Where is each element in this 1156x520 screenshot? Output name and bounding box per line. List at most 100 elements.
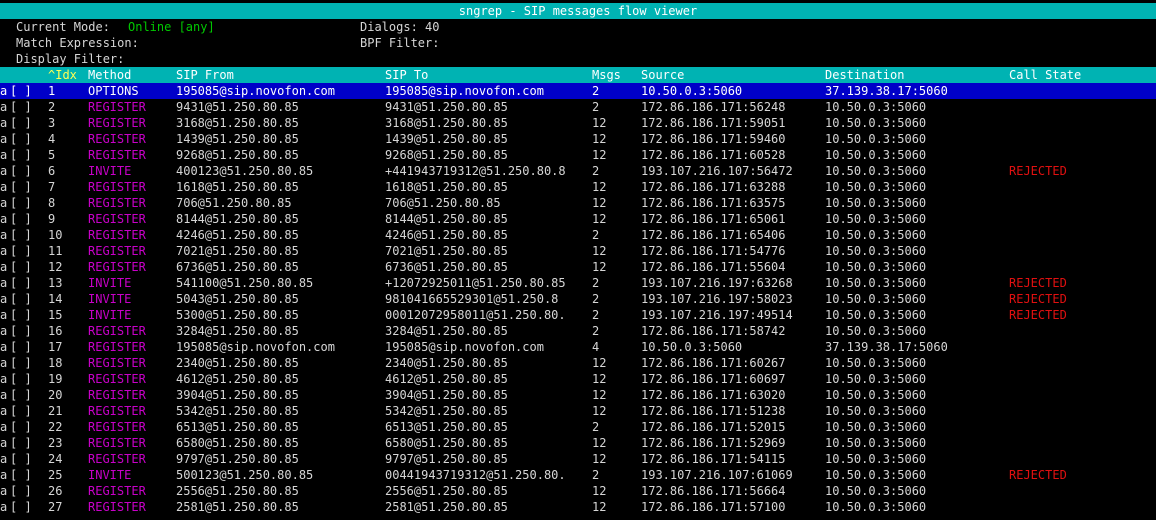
row-checkbox[interactable]: [ ] bbox=[10, 355, 32, 371]
row-checkbox[interactable]: [ ] bbox=[10, 435, 32, 451]
table-row[interactable]: a[ ] 20 REGISTER 3904@51.250.80.85 3904@51.2… bbox=[0, 387, 1156, 403]
bpf-filter-label[interactable]: BPF Filter: bbox=[360, 35, 439, 51]
row-checkbox[interactable]: [ ] bbox=[10, 131, 32, 147]
row-checkbox[interactable]: [ ] bbox=[10, 195, 32, 211]
table-row[interactable]: a[ ] 3 REGISTER 3168@51.250.80.85 3168@51.25… bbox=[0, 115, 1156, 131]
row-checkbox[interactable]: [ ] bbox=[10, 211, 32, 227]
row-destination: 10.50.0.3:5060 bbox=[825, 164, 927, 178]
row-checkbox[interactable]: [ ] bbox=[10, 323, 32, 339]
row-destination: 10.50.0.3:5060 bbox=[825, 436, 927, 450]
column-call-state[interactable]: Call State bbox=[1009, 67, 1081, 83]
row-marker: a bbox=[0, 180, 8, 194]
column-idx[interactable]: ^Idx bbox=[48, 67, 77, 83]
column-destination[interactable]: Destination bbox=[825, 67, 904, 83]
row-checkbox[interactable]: [ ] bbox=[10, 339, 32, 355]
row-idx: 12 bbox=[48, 260, 63, 274]
table-row[interactable]: a[ ] 8 REGISTER 706@51.250.80.85 706@51.250.… bbox=[0, 195, 1156, 211]
row-checkbox[interactable]: [ ] bbox=[10, 291, 32, 307]
current-mode-label: Current Mode: bbox=[16, 20, 110, 34]
row-checkbox[interactable]: [ ] bbox=[10, 147, 32, 163]
row-checkbox[interactable]: [ ] bbox=[10, 387, 32, 403]
row-sip-to: 3168@51.250.80.85 bbox=[385, 116, 508, 130]
row-destination: 10.50.0.3:5060 bbox=[825, 388, 927, 402]
row-sip-to: 9797@51.250.80.85 bbox=[385, 452, 508, 466]
row-marker: a bbox=[0, 356, 8, 370]
table-row[interactable]: a[ ] 10 REGISTER 4246@51.250.80.85 4246@51.2… bbox=[0, 227, 1156, 243]
table-row[interactable]: a[ ] 11 REGISTER 7021@51.250.80.85 7021@51.2… bbox=[0, 243, 1156, 259]
row-sip-from: 5043@51.250.80.85 bbox=[176, 292, 299, 306]
row-marker: a bbox=[0, 116, 8, 130]
row-checkbox[interactable]: [ ] bbox=[10, 99, 32, 115]
table-row[interactable]: a[ ] 23 REGISTER 6580@51.250.80.85 6580@51.2… bbox=[0, 435, 1156, 451]
column-method[interactable]: Method bbox=[88, 67, 131, 83]
table-row[interactable]: a[ ] 17 REGISTER 195085@sip.novofon.com 1950… bbox=[0, 339, 1156, 355]
row-source: 172.86.186.171:56664 bbox=[641, 484, 786, 498]
row-checkbox[interactable]: [ ] bbox=[10, 115, 32, 131]
row-sip-from: 195085@sip.novofon.com bbox=[176, 84, 335, 98]
current-mode-value: Online [any] bbox=[128, 20, 215, 34]
table-row[interactable]: a[ ] 25 INVITE 500123@51.250.80.85 004419437… bbox=[0, 467, 1156, 483]
table-row[interactable]: a[ ] 22 REGISTER 6513@51.250.80.85 6513@51.2… bbox=[0, 419, 1156, 435]
row-source: 193.107.216.107:61069 bbox=[641, 468, 793, 482]
table-row[interactable]: a[ ] 6 INVITE 400123@51.250.80.85 +441943719… bbox=[0, 163, 1156, 179]
row-msgs: 12 bbox=[592, 196, 607, 210]
table-row[interactable]: a[ ] 7 REGISTER 1618@51.250.80.85 1618@51.25… bbox=[0, 179, 1156, 195]
column-msgs[interactable]: Msgs bbox=[592, 67, 621, 83]
column-sip-from[interactable]: SIP From bbox=[176, 67, 234, 83]
table-row[interactable]: a[ ] 9 REGISTER 8144@51.250.80.85 8144@51.25… bbox=[0, 211, 1156, 227]
row-checkbox[interactable]: [ ] bbox=[10, 83, 32, 99]
row-sip-from: 5342@51.250.80.85 bbox=[176, 404, 299, 418]
display-filter-label[interactable]: Display Filter: bbox=[16, 51, 124, 67]
row-checkbox[interactable]: [ ] bbox=[10, 307, 32, 323]
row-checkbox[interactable]: [ ] bbox=[10, 419, 32, 435]
row-checkbox[interactable]: [ ] bbox=[10, 163, 32, 179]
table-row[interactable]: a[ ] 27 REGISTER 2581@51.250.80.85 2581@51.2… bbox=[0, 499, 1156, 515]
row-sip-to: +441943719312@51.250.80.8 bbox=[385, 164, 566, 178]
row-destination: 10.50.0.3:5060 bbox=[825, 212, 927, 226]
table-row[interactable]: a[ ] 21 REGISTER 5342@51.250.80.85 5342@51.2… bbox=[0, 403, 1156, 419]
table-row[interactable]: a[ ] 19 REGISTER 4612@51.250.80.85 4612@51.2… bbox=[0, 371, 1156, 387]
row-checkbox[interactable]: [ ] bbox=[10, 483, 32, 499]
table-row[interactable]: a[ ] 24 REGISTER 9797@51.250.80.85 9797@51.2… bbox=[0, 451, 1156, 467]
row-checkbox[interactable]: [ ] bbox=[10, 275, 32, 291]
table-row[interactable]: a[ ] 16 REGISTER 3284@51.250.80.85 3284@51.2… bbox=[0, 323, 1156, 339]
row-checkbox[interactable]: [ ] bbox=[10, 371, 32, 387]
row-checkbox[interactable]: [ ] bbox=[10, 259, 32, 275]
table-row[interactable]: a[ ] 4 REGISTER 1439@51.250.80.85 1439@51.25… bbox=[0, 131, 1156, 147]
column-source[interactable]: Source bbox=[641, 67, 684, 83]
row-checkbox[interactable]: [ ] bbox=[10, 243, 32, 259]
row-method: REGISTER bbox=[88, 500, 146, 514]
row-sip-to: 706@51.250.80.85 bbox=[385, 196, 501, 210]
table-row[interactable]: a[ ] 15 INVITE 5300@51.250.80.85 00012072958… bbox=[0, 307, 1156, 323]
column-sip-to[interactable]: SIP To bbox=[385, 67, 428, 83]
row-checkbox[interactable]: [ ] bbox=[10, 467, 32, 483]
table-row[interactable]: a[ ] 14 INVITE 5043@51.250.80.85 98104166552… bbox=[0, 291, 1156, 307]
row-method: REGISTER bbox=[88, 340, 146, 354]
table-row[interactable]: a[ ] 12 REGISTER 6736@51.250.80.85 6736@51.2… bbox=[0, 259, 1156, 275]
row-method: REGISTER bbox=[88, 100, 146, 114]
table-row[interactable]: a[ ] 13 INVITE 541100@51.250.80.85 +12072925… bbox=[0, 275, 1156, 291]
row-call-state: REJECTED bbox=[1009, 164, 1067, 178]
row-checkbox[interactable]: [ ] bbox=[10, 179, 32, 195]
table-row[interactable]: a[ ] 1 OPTIONS 195085@sip.novofon.com 195085… bbox=[0, 83, 1156, 99]
table-row[interactable]: a[ ] 26 REGISTER 2556@51.250.80.85 2556@51.2… bbox=[0, 483, 1156, 499]
row-checkbox[interactable]: [ ] bbox=[10, 451, 32, 467]
row-checkbox[interactable]: [ ] bbox=[10, 227, 32, 243]
table-row[interactable]: a[ ] 5 REGISTER 9268@51.250.80.85 9268@51.25… bbox=[0, 147, 1156, 163]
row-msgs: 12 bbox=[592, 436, 607, 450]
row-idx: 27 bbox=[48, 500, 63, 514]
row-checkbox[interactable]: [ ] bbox=[10, 499, 32, 515]
row-idx: 14 bbox=[48, 292, 63, 306]
row-msgs: 12 bbox=[592, 484, 607, 498]
table-row[interactable]: a[ ] 18 REGISTER 2340@51.250.80.85 2340@51.2… bbox=[0, 355, 1156, 371]
table-row[interactable]: a[ ] 2 REGISTER 9431@51.250.80.85 9431@51.25… bbox=[0, 99, 1156, 115]
row-method: REGISTER bbox=[88, 420, 146, 434]
row-msgs: 2 bbox=[592, 228, 600, 242]
row-method: REGISTER bbox=[88, 452, 146, 466]
row-msgs: 12 bbox=[592, 500, 607, 514]
match-expression-label[interactable]: Match Expression: bbox=[16, 35, 139, 51]
row-sip-to: 00441943719312@51.250.80. bbox=[385, 468, 566, 482]
row-sip-to: 00012072958011@51.250.80. bbox=[385, 308, 566, 322]
row-idx: 6 bbox=[48, 164, 56, 178]
row-checkbox[interactable]: [ ] bbox=[10, 403, 32, 419]
